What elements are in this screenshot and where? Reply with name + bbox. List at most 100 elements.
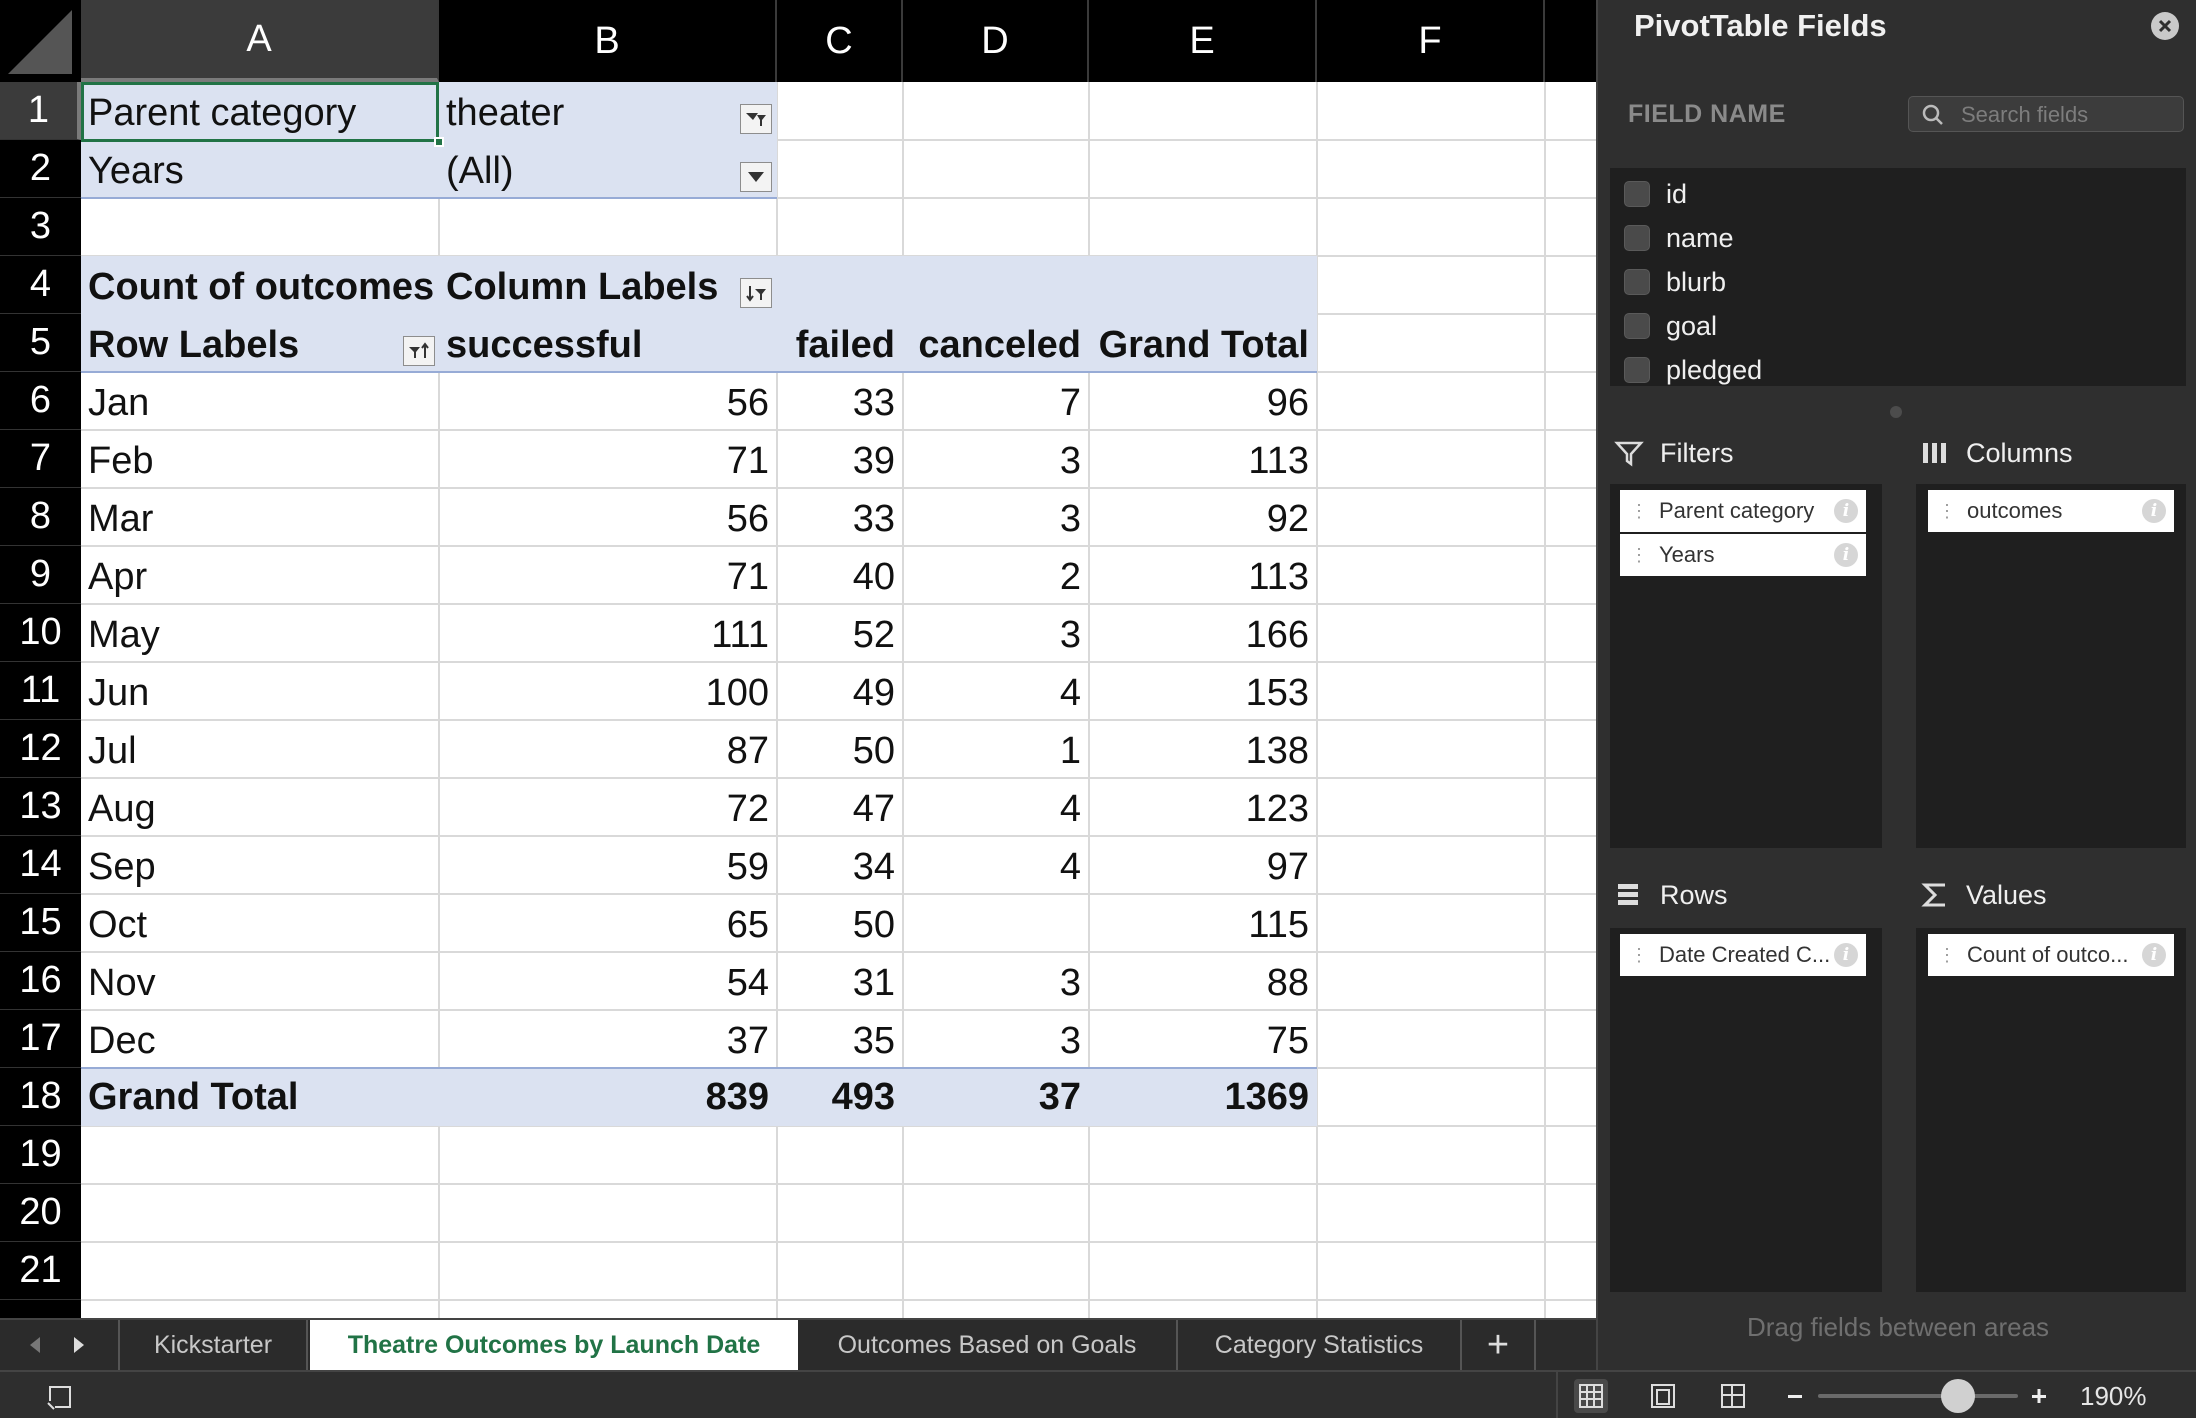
columns-chip-outcomes[interactable]: ⋮ outcomes i xyxy=(1928,490,2174,532)
pivot-row-label[interactable]: Jun xyxy=(81,664,439,722)
field-item[interactable]: goal xyxy=(1624,304,1717,348)
pivot-cell-total[interactable]: 97 xyxy=(1089,838,1317,896)
zoom-in-button[interactable] xyxy=(2022,1379,2056,1413)
pivot-row-label[interactable]: Dec xyxy=(81,1012,439,1070)
pivot-row-label[interactable]: May xyxy=(81,606,439,664)
filters-area[interactable]: ⋮ Parent category i ⋮ Years i xyxy=(1610,484,1882,848)
row-header[interactable]: 8 xyxy=(0,488,81,546)
row-header[interactable]: 17 xyxy=(0,1010,81,1068)
pivot-cell-successful[interactable]: 72 xyxy=(439,780,777,838)
pivot-cell-canceled[interactable]: 1 xyxy=(903,722,1089,780)
pivot-cell-total[interactable]: 153 xyxy=(1089,664,1317,722)
row-header[interactable]: 10 xyxy=(0,604,81,662)
rows-area[interactable]: ⋮ Date Created C... i xyxy=(1610,928,1882,1292)
column-header-b[interactable]: B xyxy=(439,0,777,82)
zoom-out-button[interactable] xyxy=(1778,1379,1812,1413)
pivot-cell-failed[interactable]: 49 xyxy=(777,664,903,722)
close-pane-button[interactable] xyxy=(2151,12,2179,40)
row-header[interactable]: 11 xyxy=(0,662,81,720)
values-area[interactable]: ⋮ Count of outco... i xyxy=(1916,928,2186,1292)
values-chip-count-of-outcomes[interactable]: ⋮ Count of outco... i xyxy=(1928,934,2174,976)
rows-chip-date-created[interactable]: ⋮ Date Created C... i xyxy=(1620,934,1866,976)
field-item[interactable]: name xyxy=(1624,216,1734,260)
normal-view-button[interactable] xyxy=(1574,1379,1608,1413)
col-header-canceled[interactable]: canceled xyxy=(903,316,1089,374)
row-header[interactable]: 14 xyxy=(0,836,81,894)
next-sheet-button[interactable] xyxy=(64,1330,94,1360)
info-icon[interactable]: i xyxy=(1834,499,1858,523)
sheet-tab-kickstarter[interactable]: Kickstarter xyxy=(118,1320,308,1370)
zoom-slider-thumb[interactable] xyxy=(1941,1379,1975,1413)
grand-total-total[interactable]: 1369 xyxy=(1089,1068,1317,1126)
pivot-cell-successful[interactable]: 100 xyxy=(439,664,777,722)
grand-total-canceled[interactable]: 37 xyxy=(903,1068,1089,1126)
pivot-cell-successful[interactable]: 59 xyxy=(439,838,777,896)
column-header-a[interactable]: A xyxy=(81,0,439,82)
pivot-cell-failed[interactable]: 35 xyxy=(777,1012,903,1070)
column-header-d[interactable]: D xyxy=(903,0,1089,82)
row-header[interactable]: 19 xyxy=(0,1126,81,1184)
row-header[interactable]: 1 xyxy=(0,82,81,140)
pivot-cell-failed[interactable]: 33 xyxy=(777,374,903,432)
pivot-cell-total[interactable]: 113 xyxy=(1089,432,1317,490)
pivot-cell-failed[interactable]: 50 xyxy=(777,722,903,780)
row-labels-filter-button[interactable] xyxy=(403,336,435,366)
pivot-cell-canceled[interactable]: 4 xyxy=(903,664,1089,722)
pivot-cell-total[interactable]: 92 xyxy=(1089,490,1317,548)
spreadsheet-grid[interactable]: A B C D E F 1 2 3 4 5 6 7 8 9 10 11 12 13 14 15 16 17 18 1… xyxy=(0,0,1596,1318)
pivot-cell-successful[interactable]: 56 xyxy=(439,490,777,548)
pivot-cell-successful[interactable]: 56 xyxy=(439,374,777,432)
pivot-cell-total[interactable]: 96 xyxy=(1089,374,1317,432)
pivot-cell-failed[interactable]: 47 xyxy=(777,780,903,838)
field-item[interactable]: id xyxy=(1624,172,1687,216)
pivot-cell-successful[interactable]: 71 xyxy=(439,432,777,490)
info-icon[interactable]: i xyxy=(1834,943,1858,967)
pivot-cell-total[interactable]: 75 xyxy=(1089,1012,1317,1070)
fill-handle[interactable] xyxy=(434,137,444,147)
grand-total-label[interactable]: Grand Total xyxy=(81,1068,439,1126)
pivot-value-header[interactable]: Count of outcomes xyxy=(81,258,439,316)
field-checkbox[interactable] xyxy=(1624,181,1650,207)
grand-total-failed[interactable]: 493 xyxy=(777,1068,903,1126)
pivot-cell-failed[interactable]: 52 xyxy=(777,606,903,664)
pivot-cell-canceled[interactable]: 3 xyxy=(903,954,1089,1012)
years-dropdown-button[interactable] xyxy=(740,162,772,192)
sheet-tab-theatre-outcomes[interactable]: Theatre Outcomes by Launch Date xyxy=(310,1320,798,1370)
pivot-cell-failed[interactable]: 34 xyxy=(777,838,903,896)
pivot-cell-successful[interactable]: 71 xyxy=(439,548,777,606)
row-header[interactable]: 18 xyxy=(0,1068,81,1126)
pivot-cell-canceled[interactable]: 3 xyxy=(903,606,1089,664)
pivot-cell-canceled[interactable]: 3 xyxy=(903,490,1089,548)
pivot-cell-successful[interactable]: 65 xyxy=(439,896,777,954)
col-header-grand-total[interactable]: Grand Total xyxy=(1089,316,1317,374)
filter-value-years[interactable]: (All) xyxy=(439,142,777,200)
pivot-cell-total[interactable]: 115 xyxy=(1089,896,1317,954)
filter-value-parent-category[interactable]: theater xyxy=(439,84,777,142)
row-header[interactable]: 4 xyxy=(0,256,81,314)
pivot-row-label[interactable]: Feb xyxy=(81,432,439,490)
add-sheet-button[interactable]: + xyxy=(1462,1320,1536,1370)
pivot-cell-total[interactable]: 123 xyxy=(1089,780,1317,838)
search-fields-input[interactable] xyxy=(1959,100,2173,130)
pivot-cell-total[interactable]: 113 xyxy=(1089,548,1317,606)
row-header[interactable]: 13 xyxy=(0,778,81,836)
row-header[interactable]: 9 xyxy=(0,546,81,604)
row-header[interactable]: 12 xyxy=(0,720,81,778)
field-item[interactable]: pledged xyxy=(1624,348,1762,392)
info-icon[interactable]: i xyxy=(1834,543,1858,567)
field-checkbox[interactable] xyxy=(1624,357,1650,383)
row-header[interactable]: 5 xyxy=(0,314,81,372)
select-all-corner[interactable] xyxy=(0,0,81,82)
pivot-cell-successful[interactable]: 111 xyxy=(439,606,777,664)
pivot-cell-canceled[interactable]: 2 xyxy=(903,548,1089,606)
macro-record-button[interactable] xyxy=(42,1379,76,1413)
page-layout-view-button[interactable] xyxy=(1646,1379,1680,1413)
column-header-g[interactable] xyxy=(1545,0,1596,82)
pivot-cell-successful[interactable]: 54 xyxy=(439,954,777,1012)
field-item[interactable]: blurb xyxy=(1624,260,1726,304)
filters-chip-years[interactable]: ⋮ Years i xyxy=(1620,534,1866,576)
row-header[interactable]: 15 xyxy=(0,894,81,952)
zoom-percentage[interactable]: 190% xyxy=(2080,1381,2147,1412)
pivot-row-label[interactable]: Jul xyxy=(81,722,439,780)
page-break-view-button[interactable] xyxy=(1716,1379,1750,1413)
